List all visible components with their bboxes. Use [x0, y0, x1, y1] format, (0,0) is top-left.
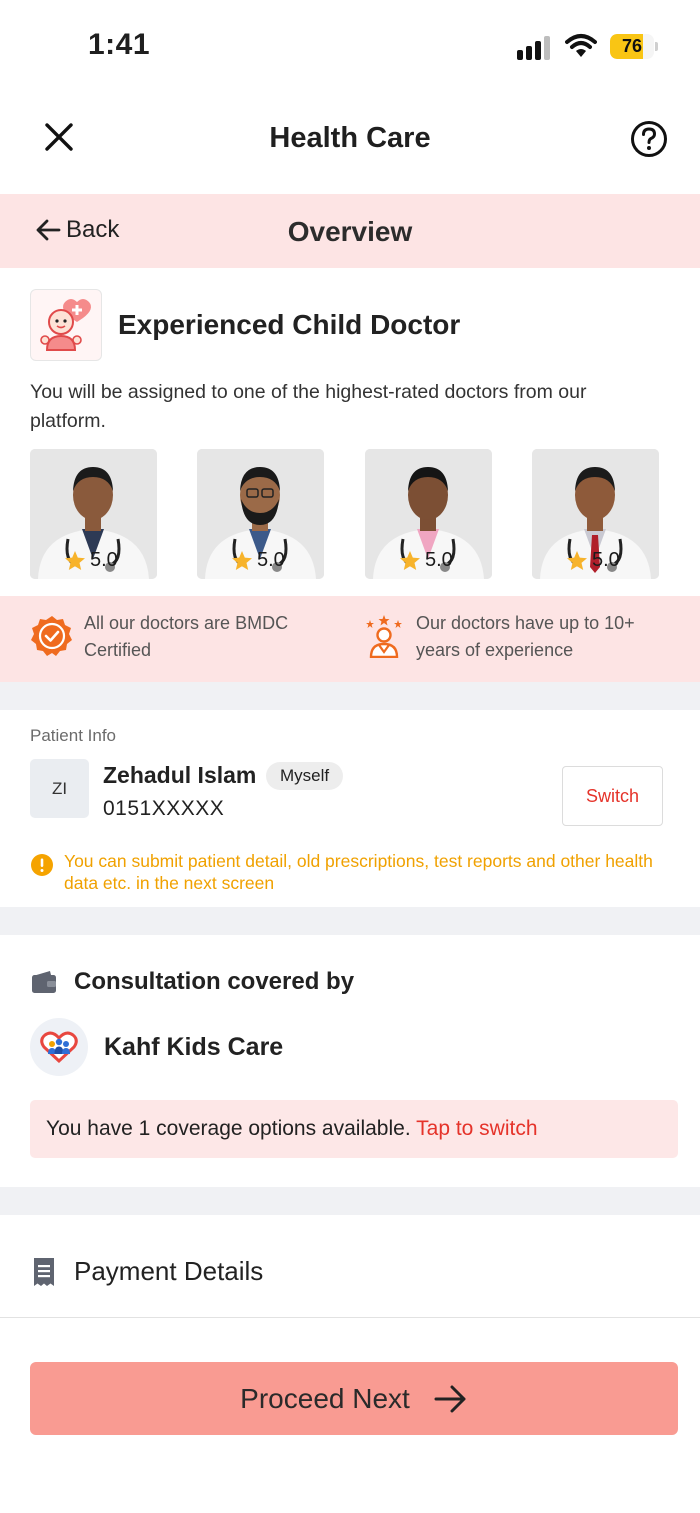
doctor-card: 5.0: [30, 449, 157, 579]
top-nav: Health Care: [0, 96, 700, 194]
doctor-rating-value: 5.0: [90, 549, 118, 571]
patient-info-label: Patient Info: [30, 726, 117, 745]
doctor-rating-value: 5.0: [257, 549, 285, 571]
doctor-card: 5.0: [365, 449, 492, 579]
star-icon: [400, 550, 420, 570]
wallet-icon: [32, 971, 56, 993]
feature-experience: Our doctors have up to 10+ years of expe…: [362, 610, 646, 664]
tap-to-switch-link[interactable]: Tap to switch: [416, 1117, 537, 1140]
help-icon[interactable]: [630, 120, 668, 158]
doctor-card: 5.0: [197, 449, 324, 579]
payment-title: Payment Details: [74, 1256, 264, 1286]
doctor-rating: 5.0: [231, 549, 285, 572]
patient-phone: 0151XXXXX: [103, 797, 225, 820]
child-doctor-icon: [30, 289, 102, 361]
doctor-section-title: Experienced Child Doctor: [118, 309, 461, 340]
payment-header[interactable]: Payment Details: [30, 1256, 263, 1287]
doctor-description: You will be assigned to one of the highe…: [30, 381, 587, 432]
coverage-header: Consultation covered by: [30, 968, 354, 996]
feature-certified: All our doctors are BMDC Certified: [30, 610, 314, 664]
doctor-header: Experienced Child Doctor: [30, 289, 460, 361]
star-icon: [567, 550, 587, 570]
section-divider: [0, 682, 700, 710]
coverage-plan: Kahf Kids Care: [30, 1018, 283, 1076]
doctor-rating-value: 5.0: [425, 549, 453, 571]
doctor-list: 5.0 5.0 5.0 5.0: [30, 449, 660, 579]
overview-title: Overview: [287, 216, 413, 247]
switch-patient-button[interactable]: Switch: [562, 766, 663, 826]
proceed-label: Proceed Next: [240, 1382, 410, 1414]
relation-badge: Myself: [266, 762, 344, 790]
feature-experience-text: Our doctors have up to 10+ years of expe…: [416, 613, 635, 660]
page-title: Health Care: [269, 122, 431, 154]
section-divider: [0, 1187, 700, 1215]
doctor-rating: 5.0: [566, 549, 620, 572]
section-divider: [0, 907, 700, 935]
arrow-right-icon: [434, 1385, 466, 1412]
wifi-icon: [565, 34, 597, 57]
receipt-icon: [34, 1257, 54, 1286]
patient-info-note: You can submit patient detail, old presc…: [30, 850, 690, 894]
avatar: ZI: [30, 759, 89, 818]
battery-indicator: 76: [610, 34, 658, 59]
overview-bar: Back Overview: [0, 194, 700, 268]
warning-icon: [31, 854, 53, 876]
battery-level: 76: [621, 36, 643, 56]
family-heart-icon: [30, 1018, 88, 1076]
info-note-text: You can submit patient detail, old presc…: [64, 851, 653, 893]
coverage-title: Consultation covered by: [74, 968, 355, 995]
star-icon: [65, 550, 85, 570]
doctor-rating: 5.0: [64, 549, 118, 572]
coverage-options-banner: You have 1 coverage options available. T…: [30, 1100, 678, 1158]
doctor-stars-icon: [366, 615, 402, 658]
plan-name: Kahf Kids Care: [104, 1032, 284, 1061]
doctor-rating: 5.0: [399, 549, 453, 572]
proceed-next-button[interactable]: Proceed Next: [30, 1362, 678, 1435]
status-time: 1:41: [88, 28, 151, 61]
feature-certified-text: All our doctors are BMDC Certified: [84, 613, 289, 660]
bottom-bar: Proceed Next: [0, 1317, 700, 1513]
features-band: All our doctors are BMDC Certified Our d…: [0, 596, 700, 682]
doctor-card: 5.0: [532, 449, 659, 579]
star-icon: [232, 550, 252, 570]
status-bar: 1:41 76: [0, 0, 700, 96]
doctor-rating-value: 5.0: [592, 549, 620, 571]
certified-badge-icon: [31, 616, 72, 656]
coverage-options-text: You have 1 coverage options available.: [46, 1117, 411, 1140]
patient-name: Zehadul Islam: [103, 762, 257, 788]
cellular-signal-icon: [517, 36, 550, 60]
